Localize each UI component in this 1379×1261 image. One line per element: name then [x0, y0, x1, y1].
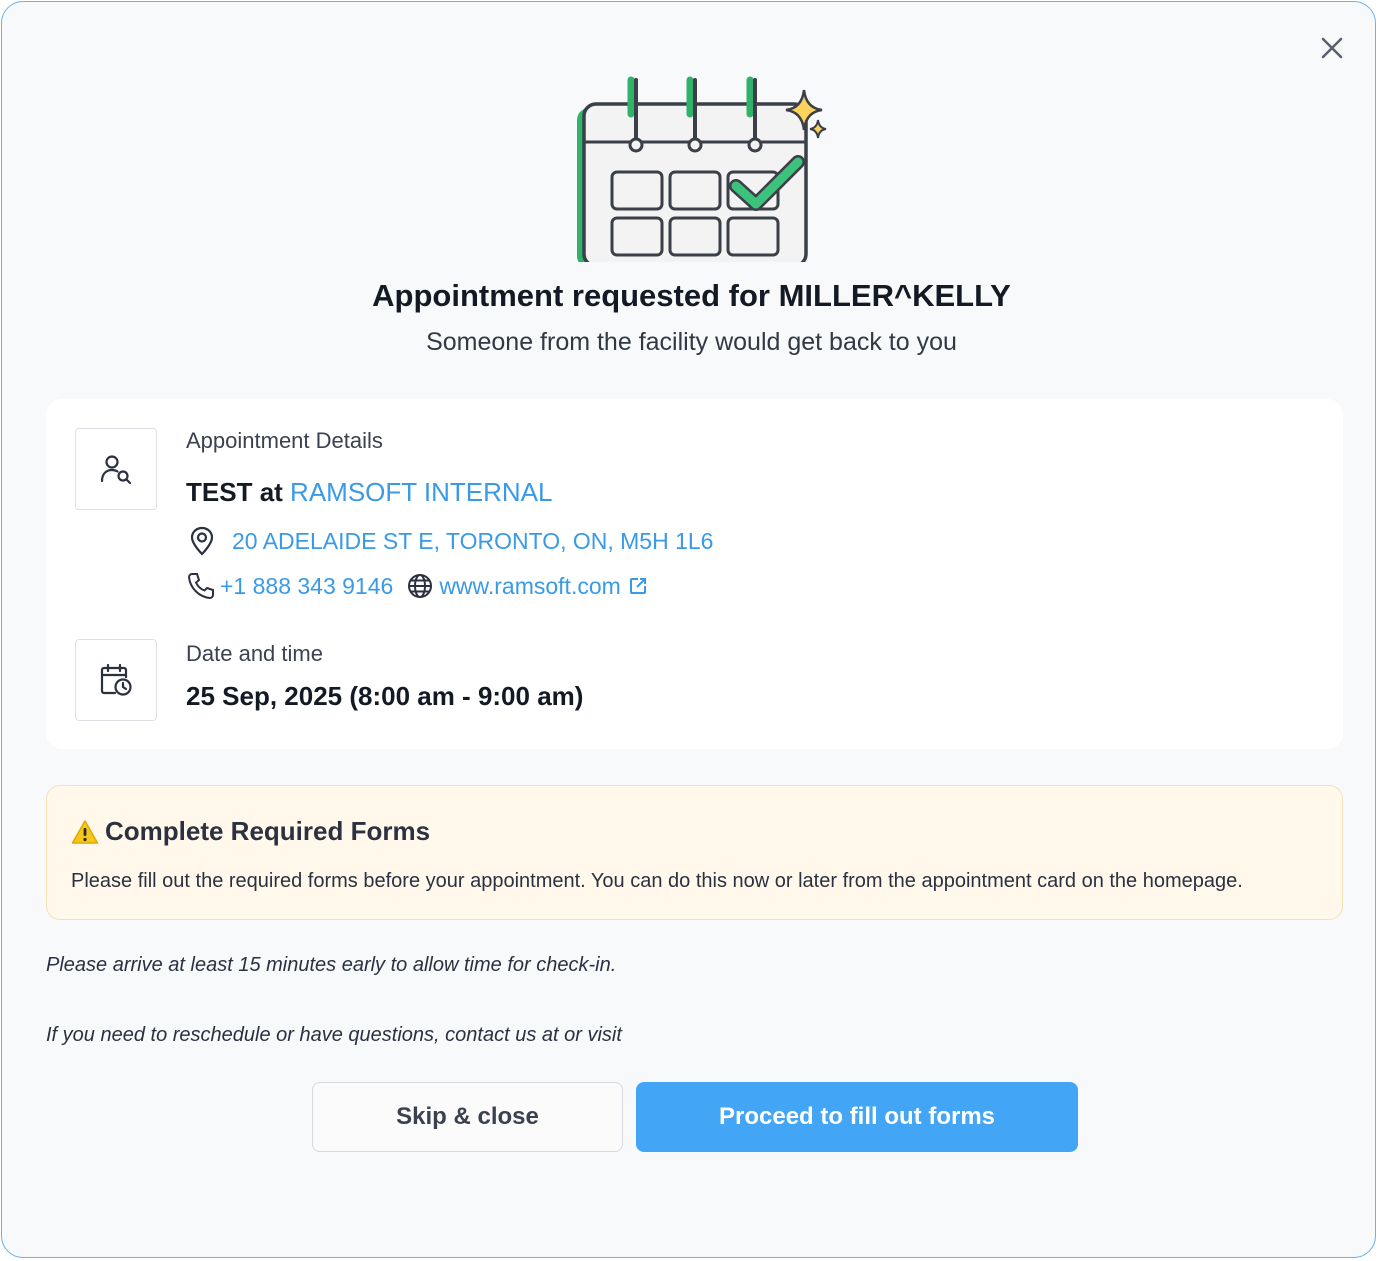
- external-link-icon[interactable]: [629, 577, 647, 595]
- arrival-note: Please arrive at least 15 minutes early …: [46, 954, 617, 976]
- dialog-title: Appointment requested for MILLER^KELLY: [372, 278, 1011, 313]
- forms-notice-text: Please fill out the required forms befor…: [71, 870, 1243, 892]
- website-link[interactable]: www.ramsoft.com: [439, 573, 620, 600]
- warning-icon: [71, 819, 99, 844]
- facility-link[interactable]: RAMSOFT INTERNAL: [290, 477, 552, 507]
- contact-row: +1 888 343 9146 www.ramsoft.com: [186, 571, 647, 601]
- datetime-value: 25 Sep, 2025 (8:00 am - 9:00 am): [186, 681, 584, 711]
- close-icon: [1321, 37, 1343, 59]
- globe-icon: [408, 574, 433, 598]
- required-forms-notice: Complete Required Forms Please fill out …: [46, 785, 1343, 920]
- address-link[interactable]: 20 ADELAIDE ST E, TORONTO, ON, M5H 1L6: [232, 528, 713, 555]
- forms-notice-title-row: Complete Required Forms: [71, 816, 430, 847]
- close-button[interactable]: [1316, 32, 1348, 64]
- appointment-details-card: Appointment Details TEST at RAMSOFT INTE…: [46, 399, 1343, 749]
- procedure-name: TEST: [186, 477, 253, 507]
- appointment-dialog: Appointment requested for MILLER^KELLY S…: [1, 1, 1376, 1258]
- phone-icon: [187, 573, 214, 600]
- procedure-at-facility: TEST at RAMSOFT INTERNAL: [186, 477, 552, 508]
- datetime-label: Date and time: [186, 641, 323, 666]
- forms-notice-title: Complete Required Forms: [105, 816, 431, 846]
- proceed-forms-button[interactable]: Proceed to fill out forms: [636, 1082, 1078, 1152]
- user-search-icon: [100, 455, 132, 485]
- calendar-check-illustration: [577, 76, 827, 262]
- map-pin-icon: [190, 526, 214, 556]
- calendar-clock-icon: [100, 663, 132, 696]
- skip-close-button[interactable]: Skip & close: [312, 1082, 623, 1152]
- appointment-details-label: Appointment Details: [186, 428, 383, 453]
- details-icon-box: [75, 428, 157, 510]
- at-word: at: [259, 477, 283, 507]
- address-row: 20 ADELAIDE ST E, TORONTO, ON, M5H 1L6: [186, 525, 713, 557]
- dialog-subtitle: Someone from the facility would get back…: [426, 328, 957, 356]
- contact-note: If you need to reschedule or have questi…: [46, 1024, 622, 1046]
- phone-link[interactable]: +1 888 343 9146: [220, 573, 393, 600]
- datetime-icon-box: [75, 639, 157, 721]
